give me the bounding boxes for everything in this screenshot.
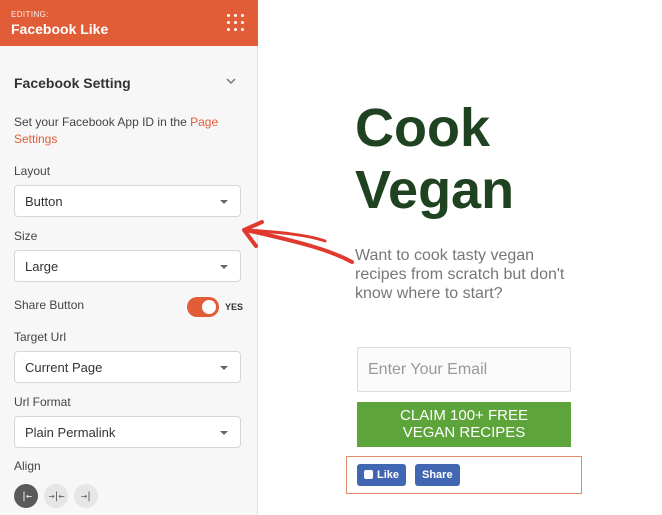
align-center-icon: →|← <box>48 490 64 502</box>
toggle-knob <box>202 300 216 314</box>
caret-down-icon <box>220 431 228 435</box>
url-format-value: Plain Permalink <box>25 425 116 440</box>
panel-header: EDITING: Facebook Like <box>0 0 258 46</box>
cta-line-1: CLAIM 100+ FREE <box>400 407 528 424</box>
align-left-icon: |← <box>20 490 32 502</box>
caret-down-icon <box>220 200 228 204</box>
share-button-toggle[interactable] <box>187 297 219 317</box>
app-id-description: Set your Facebook App ID in the Page Set… <box>14 114 244 148</box>
headline-line-1: Cook <box>355 98 490 158</box>
subheading: Want to cook tasty vegan recipes from sc… <box>355 247 565 302</box>
align-label: Align <box>14 459 41 473</box>
description-text: Set your Facebook App ID in the <box>14 115 191 129</box>
align-left-button[interactable]: |← <box>14 484 38 508</box>
thumbs-up-icon <box>364 470 373 479</box>
size-label: Size <box>14 229 38 243</box>
layout-label: Layout <box>14 164 51 178</box>
email-input[interactable]: Enter Your Email <box>357 347 571 392</box>
url-format-select[interactable]: Plain Permalink <box>14 416 241 448</box>
settings-panel: EDITING: Facebook Like Facebook Setting … <box>0 0 258 515</box>
align-right-icon: →| <box>80 490 92 502</box>
share-button-state: YES <box>225 302 244 312</box>
chevron-down-icon[interactable] <box>224 74 238 88</box>
section-title[interactable]: Facebook Setting <box>14 75 131 91</box>
layout-select[interactable]: Button <box>14 185 241 217</box>
align-center-button[interactable]: →|← <box>44 484 68 508</box>
drag-handle-icon[interactable] <box>227 14 244 31</box>
like-label: Like <box>377 469 400 481</box>
layout-value: Button <box>25 194 63 209</box>
headline: Cook Vegan <box>355 97 514 221</box>
claim-recipes-button[interactable]: CLAIM 100+ FREE VEGAN RECIPES <box>357 402 571 447</box>
target-url-select[interactable]: Current Page <box>14 351 241 383</box>
url-format-label: Url Format <box>14 395 71 409</box>
facebook-share-button[interactable]: Share <box>415 464 460 486</box>
caret-down-icon <box>220 366 228 370</box>
panel-title: Facebook Like <box>11 21 109 37</box>
editing-label: EDITING: <box>11 10 49 19</box>
size-select[interactable]: Large <box>14 250 241 282</box>
target-url-label: Target Url <box>14 330 67 344</box>
share-label: Share <box>422 469 453 481</box>
align-right-button[interactable]: →| <box>74 484 98 508</box>
size-value: Large <box>25 259 59 274</box>
caret-down-icon <box>220 265 228 269</box>
headline-line-2: Vegan <box>355 160 515 220</box>
cta-line-2: VEGAN RECIPES <box>402 424 526 441</box>
share-button-label: Share Button <box>14 298 85 312</box>
target-url-value: Current Page <box>25 360 103 375</box>
facebook-like-button[interactable]: Like <box>357 464 407 486</box>
